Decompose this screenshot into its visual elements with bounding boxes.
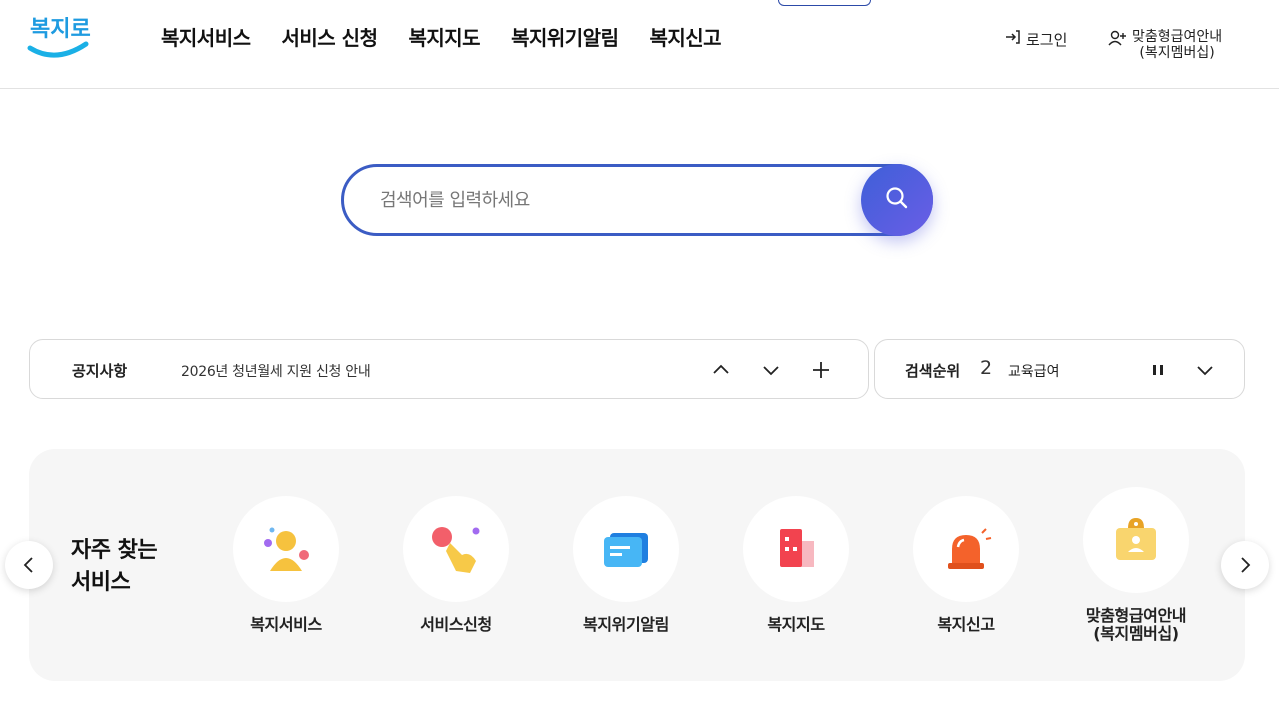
pause-icon — [1153, 365, 1163, 375]
frequent-services-section: 자주 찾는 서비스 복지서비스 서비스신청 복지위기알림 복지지도 복지신고 맞… — [29, 449, 1245, 681]
frequent-services-title: 자주 찾는 서비스 — [71, 535, 158, 599]
service-label: 복지신고 — [937, 615, 995, 634]
notice-label: 공지사항 — [72, 362, 128, 380]
membership-label-line2: (복지멤버십) — [1139, 45, 1215, 61]
chevron-right-icon — [1241, 557, 1251, 573]
siren-icon — [948, 528, 992, 569]
plus-icon — [813, 362, 829, 378]
frequent-title-line1: 자주 찾는 — [71, 538, 158, 563]
membership-link[interactable]: 맞춤형급여안내 (복지멤버십) — [1108, 29, 1222, 61]
search-box — [341, 164, 933, 236]
nav-welfare-map[interactable]: 복지지도 — [408, 22, 480, 51]
service-icon-circle — [913, 496, 1019, 602]
notice-bar: 공지사항 2026년 청년월세 지원 신청 안내 — [29, 339, 869, 399]
rank-number: 2 — [980, 357, 993, 379]
service-item-crisis-alert[interactable]: 복지위기알림 — [541, 496, 711, 634]
chevron-left-icon — [23, 557, 33, 573]
frequent-title-line2: 서비스 — [71, 570, 131, 595]
service-item-welfare-report[interactable]: 복지신고 — [881, 496, 1051, 634]
carousel-next-button[interactable] — [1221, 541, 1269, 589]
service-label-line2: (복지멤버십) — [1093, 624, 1179, 643]
logo[interactable]: 복지로 — [26, 6, 92, 62]
login-label: 로그인 — [1026, 30, 1068, 49]
search-icon — [884, 185, 910, 215]
rank-keyword[interactable]: 교육급여 — [1008, 361, 1060, 381]
logo-text: 복지로 — [30, 17, 91, 42]
message-icon — [604, 533, 648, 567]
membership-label-line1: 맞춤형급여안내 — [1132, 29, 1223, 45]
person-icon — [264, 527, 309, 571]
notice-text[interactable]: 2026년 청년월세 지원 신청 안내 — [181, 361, 371, 381]
service-icon-circle — [233, 496, 339, 602]
service-item-membership[interactable]: 맞춤형급여안내 (복지멤버십) — [1051, 487, 1221, 643]
top-tab-indicator[interactable] — [778, 0, 871, 6]
notice-more-button[interactable] — [809, 358, 833, 382]
user-add-icon — [1108, 29, 1128, 51]
notice-next-button[interactable] — [759, 358, 783, 382]
chevron-down-icon — [763, 366, 779, 376]
rank-expand-button[interactable] — [1193, 358, 1217, 382]
login-icon — [1004, 28, 1022, 50]
membership-card-icon — [1116, 518, 1156, 560]
rank-pause-button[interactable] — [1146, 358, 1170, 382]
service-label: 맞춤형급여안내 (복지멤버십) — [1051, 607, 1221, 643]
rank-label: 검색순위 — [905, 362, 961, 380]
service-icon-circle — [573, 496, 679, 602]
main-nav: 복지서비스 서비스 신청 복지지도 복지위기알림 복지신고 — [161, 22, 752, 51]
nav-service-application[interactable]: 서비스 신청 — [282, 22, 378, 51]
carousel-prev-button[interactable] — [5, 541, 53, 589]
site-header: 복지로 복지서비스 서비스 신청 복지지도 복지위기알림 복지신고 로그인 맞춤… — [0, 0, 1279, 89]
service-icon-circle — [403, 496, 509, 602]
nav-welfare-report[interactable]: 복지신고 — [649, 22, 721, 51]
service-item-welfare-map[interactable]: 복지지도 — [711, 496, 881, 634]
chevron-up-icon — [713, 364, 729, 374]
search-rank-bar: 검색순위 2 교육급여 — [874, 339, 1245, 399]
chevron-down-icon — [1197, 366, 1213, 376]
hand-tap-icon — [432, 527, 480, 573]
service-icon-circle — [743, 496, 849, 602]
service-label-line1: 맞춤형급여안내 — [1085, 606, 1187, 625]
nav-welfare-services[interactable]: 복지서비스 — [161, 22, 251, 51]
search-input[interactable] — [380, 185, 850, 215]
service-label: 복지위기알림 — [583, 615, 669, 634]
building-icon — [780, 529, 814, 567]
service-label: 복지지도 — [767, 615, 825, 634]
nav-crisis-alert[interactable]: 복지위기알림 — [511, 22, 619, 51]
notice-prev-button[interactable] — [709, 358, 733, 382]
service-item-welfare-services[interactable]: 복지서비스 — [201, 496, 371, 634]
service-label: 복지서비스 — [250, 615, 322, 634]
search-button[interactable] — [861, 164, 933, 236]
service-icon-circle — [1083, 487, 1189, 593]
service-item-service-application[interactable]: 서비스신청 — [371, 496, 541, 634]
service-label: 서비스신청 — [420, 615, 492, 634]
login-link[interactable]: 로그인 — [1004, 28, 1067, 50]
